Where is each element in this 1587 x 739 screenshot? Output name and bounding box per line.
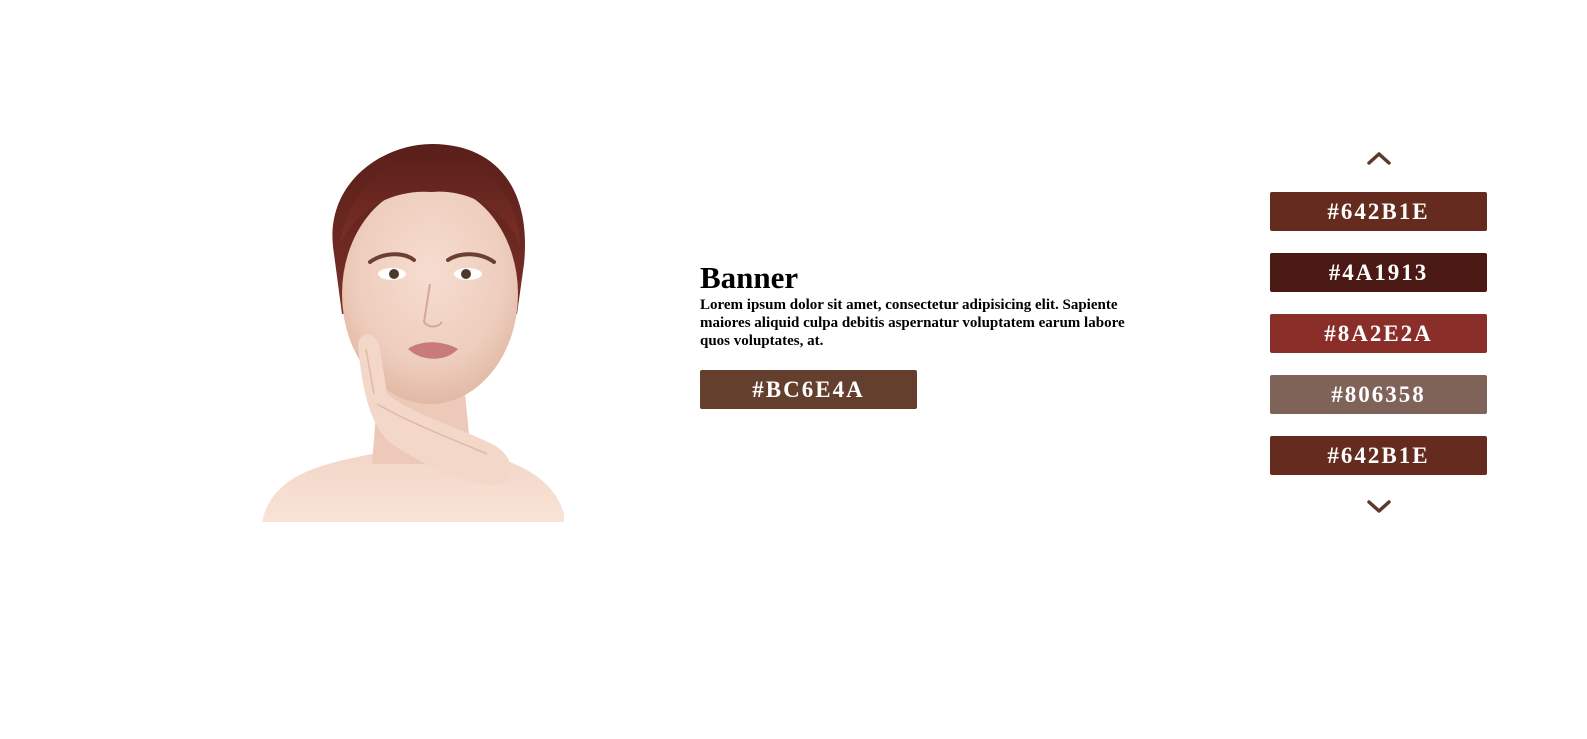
banner-title: Banner bbox=[700, 260, 799, 295]
banner-description: Lorem ipsum dolor sit amet, consectetur … bbox=[700, 297, 1125, 349]
color-palette: #642B1E #4A1913 #8A2E2A #806358 #642B1E bbox=[1270, 140, 1487, 525]
chevron-down-icon bbox=[1366, 500, 1391, 513]
color-swatch-button[interactable]: #642B1E bbox=[1270, 436, 1487, 475]
page: Banner Lorem ipsum dolor sit amet, conse… bbox=[0, 0, 1587, 739]
color-swatch-button[interactable]: #8A2E2A bbox=[1270, 314, 1487, 353]
selected-color-button[interactable]: #BC6E4A bbox=[700, 370, 917, 409]
model-portrait-image bbox=[262, 144, 564, 522]
color-swatch-button[interactable]: #4A1913 bbox=[1270, 253, 1487, 292]
color-swatch-button[interactable]: #806358 bbox=[1270, 375, 1487, 414]
banner-section: Banner Lorem ipsum dolor sit amet, conse… bbox=[700, 260, 1130, 409]
color-swatch-button[interactable]: #642B1E bbox=[1270, 192, 1487, 231]
chevron-up-icon bbox=[1366, 152, 1391, 165]
swatch-list: #642B1E #4A1913 #8A2E2A #806358 #642B1E bbox=[1270, 192, 1487, 475]
scroll-up-button[interactable] bbox=[1270, 140, 1487, 176]
scroll-down-button[interactable] bbox=[1270, 489, 1487, 525]
